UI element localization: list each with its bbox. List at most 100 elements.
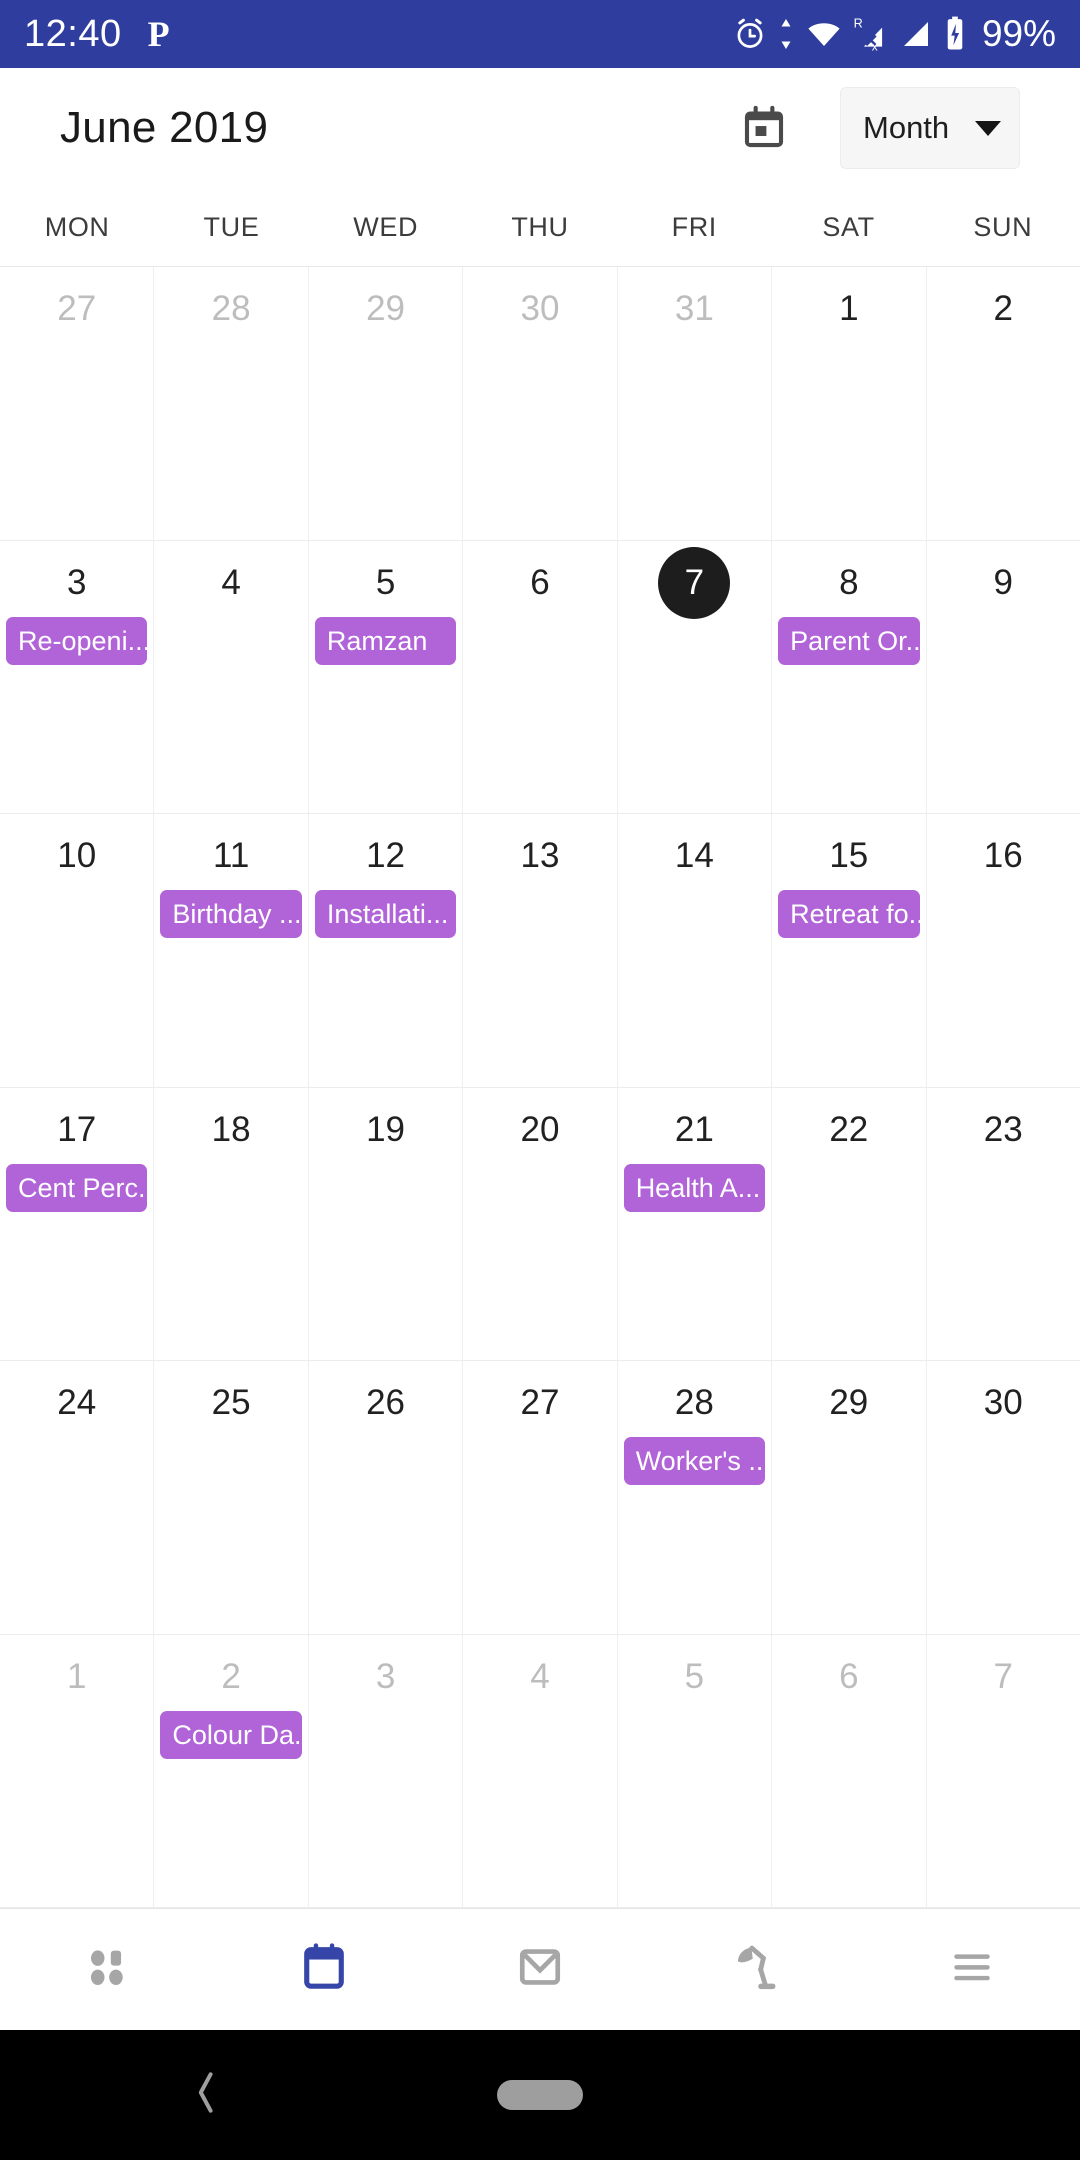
day-cell[interactable]: 30 bbox=[463, 267, 618, 540]
day-cell[interactable]: 17 Cent Perc... bbox=[0, 1087, 155, 1360]
day-number: 8 bbox=[772, 555, 925, 611]
nav-item-calendar[interactable] bbox=[216, 1939, 432, 2000]
event-chip[interactable]: Worker's ... bbox=[623, 1437, 766, 1485]
event-chip[interactable]: Ramzan bbox=[314, 616, 457, 665]
day-number: 27 bbox=[463, 1375, 616, 1431]
day-cell[interactable]: 5 bbox=[618, 1634, 773, 1907]
selected-day-marker: 7 bbox=[658, 546, 731, 619]
day-cell[interactable]: 27 bbox=[0, 267, 155, 540]
day-number-text: 30 bbox=[983, 1383, 1023, 1422]
day-number-text: 29 bbox=[366, 289, 406, 328]
calendar-today-icon[interactable] bbox=[738, 102, 790, 154]
event-chip[interactable]: Cent Perc... bbox=[6, 1163, 148, 1212]
event-chip[interactable]: Retreat fo... bbox=[778, 890, 920, 938]
mail-icon bbox=[512, 1939, 568, 2000]
day-cell[interactable]: 6 bbox=[772, 1634, 927, 1907]
day-cell[interactable]: 1 bbox=[772, 267, 927, 540]
event-chip[interactable]: Birthday ... bbox=[160, 890, 302, 938]
day-number: 9 bbox=[927, 555, 1080, 611]
status-time: 12:40 bbox=[24, 12, 122, 55]
day-cell[interactable]: 28 Worker's ... bbox=[618, 1361, 773, 1634]
day-number: 28 bbox=[618, 1375, 771, 1431]
day-cell[interactable]: 13 bbox=[463, 814, 618, 1087]
day-number-text: 14 bbox=[674, 836, 714, 875]
weekday-label-mon: MON bbox=[44, 211, 110, 242]
day-cell[interactable]: 24 bbox=[0, 1361, 155, 1634]
calendar-week-row: 17 Cent Perc... 18 19 20 21 Health A... 22 23 bbox=[0, 1087, 1080, 1361]
day-number: 30 bbox=[927, 1375, 1080, 1431]
day-cell[interactable]: 14 bbox=[618, 814, 773, 1087]
back-chevron-icon[interactable] bbox=[188, 2065, 222, 2126]
day-cell[interactable]: 7 bbox=[618, 540, 773, 813]
status-bar-right: R x 99% bbox=[732, 13, 1056, 55]
day-number-text: 1 bbox=[839, 289, 859, 328]
day-cell[interactable]: 10 bbox=[0, 814, 155, 1087]
day-number: 19 bbox=[309, 1102, 462, 1158]
day-cell[interactable]: 31 bbox=[618, 267, 773, 540]
day-cell[interactable]: 6 bbox=[463, 540, 618, 813]
day-cell[interactable]: 30 bbox=[927, 1361, 1080, 1634]
day-cell[interactable]: 7 bbox=[927, 1635, 1080, 1908]
event-chip[interactable]: Installati... bbox=[314, 890, 457, 938]
day-cell[interactable]: 5 Ramzan bbox=[309, 540, 464, 813]
day-cell[interactable]: 11 Birthday ... bbox=[154, 814, 309, 1087]
view-mode-select[interactable]: Month bbox=[840, 87, 1020, 169]
roaming-signal-off-icon: R x bbox=[852, 15, 890, 53]
home-pill-icon[interactable] bbox=[497, 2080, 583, 2110]
day-cell[interactable]: 1 bbox=[0, 1634, 155, 1907]
day-cell[interactable]: 15 Retreat fo... bbox=[772, 814, 927, 1087]
day-number: 28 bbox=[154, 281, 307, 337]
day-number-text: 6 bbox=[839, 1656, 859, 1696]
day-cell[interactable]: 3 bbox=[309, 1634, 464, 1907]
day-cell[interactable]: 19 bbox=[309, 1087, 464, 1360]
event-chip[interactable]: Health A... bbox=[623, 1163, 766, 1212]
day-cell[interactable]: 4 bbox=[463, 1634, 618, 1907]
day-cell[interactable]: 18 bbox=[154, 1087, 309, 1360]
day-cell[interactable]: 26 bbox=[309, 1361, 464, 1634]
event-chip[interactable]: Parent Or... bbox=[778, 616, 920, 665]
nav-item-lamp[interactable] bbox=[648, 1939, 864, 2000]
calendar-header: June 2019 Month bbox=[0, 68, 1080, 188]
event-chip[interactable]: Colour Da... bbox=[160, 1710, 302, 1759]
day-cell[interactable]: 2 bbox=[927, 267, 1080, 540]
weekday-label-thu: THU bbox=[511, 211, 569, 242]
day-cell[interactable]: 16 bbox=[927, 814, 1080, 1087]
day-number: 4 bbox=[463, 1649, 616, 1705]
day-number-text: 20 bbox=[520, 1109, 560, 1149]
day-cell[interactable]: 29 bbox=[772, 1361, 927, 1634]
day-cell[interactable]: 25 bbox=[154, 1361, 309, 1634]
weekday-label-sat: SAT bbox=[822, 211, 875, 242]
day-cell[interactable]: 12 Installati... bbox=[309, 814, 464, 1087]
nav-item-menu[interactable] bbox=[864, 1939, 1080, 2000]
nav-item-mail[interactable] bbox=[432, 1939, 648, 2000]
day-number-text: 1 bbox=[66, 1656, 87, 1696]
day-cell[interactable]: 9 bbox=[927, 541, 1080, 814]
chevron-down-icon bbox=[975, 120, 1001, 136]
day-cell[interactable]: 4 bbox=[154, 540, 309, 813]
alarm-icon bbox=[732, 16, 768, 52]
day-number: 7 bbox=[927, 1649, 1080, 1705]
day-cell[interactable]: 3 Re-openi... bbox=[0, 540, 155, 813]
day-cell[interactable]: 27 bbox=[463, 1361, 618, 1634]
day-number: 5 bbox=[309, 555, 462, 611]
day-cell[interactable]: 21 Health A... bbox=[618, 1087, 773, 1360]
day-number-text: 28 bbox=[674, 1383, 714, 1422]
day-number-text: 12 bbox=[366, 836, 406, 875]
day-number-text: 25 bbox=[211, 1383, 251, 1422]
day-cell[interactable]: 8 Parent Or... bbox=[772, 540, 927, 813]
day-cell[interactable]: 28 bbox=[154, 267, 309, 540]
day-number: 21 bbox=[618, 1102, 771, 1158]
day-cell[interactable]: 22 bbox=[772, 1087, 927, 1360]
hamburger-menu-icon bbox=[944, 1939, 1000, 2000]
day-cell[interactable]: 20 bbox=[463, 1087, 618, 1360]
day-number-text: 4 bbox=[530, 1656, 550, 1696]
day-cell[interactable]: 29 bbox=[309, 267, 464, 540]
weekday-label-fri: FRI bbox=[671, 211, 717, 242]
day-cell[interactable]: 2 Colour Da... bbox=[154, 1634, 309, 1907]
event-chip[interactable]: Re-openi... bbox=[6, 616, 148, 665]
day-cell[interactable]: 23 bbox=[927, 1088, 1080, 1361]
nav-item-dashboard[interactable] bbox=[0, 1939, 216, 2000]
calendar-week-row: 3 Re-openi... 4 5 Ramzan 6 7 8 Parent Or... 9 bbox=[0, 540, 1080, 814]
day-number: 17 bbox=[0, 1102, 153, 1158]
app-screen: 12:40 P R x 99% June 2019 Month MON TUE … bbox=[0, 0, 1080, 2160]
